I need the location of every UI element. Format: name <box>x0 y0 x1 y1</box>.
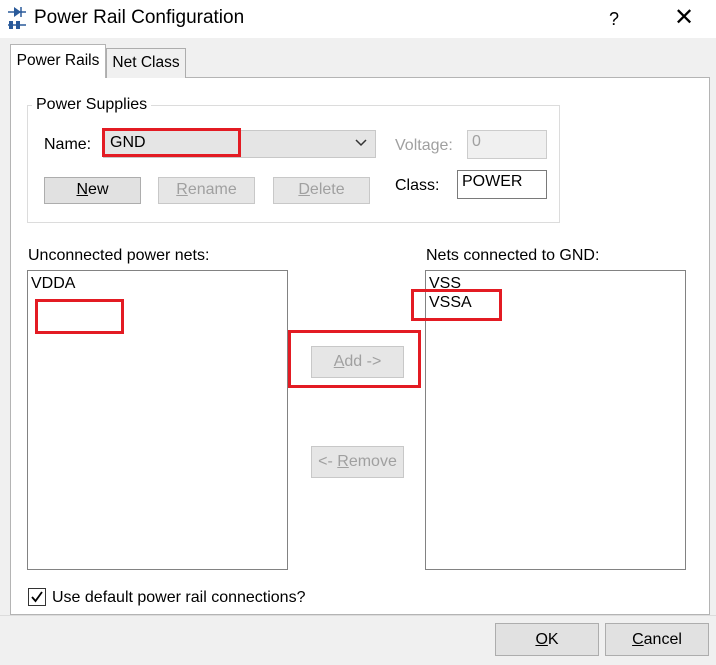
ok-button[interactable]: OK <box>495 623 599 656</box>
close-button[interactable]: ✕ <box>664 0 704 38</box>
voltage-label: Voltage: <box>395 137 453 154</box>
power-rail-icon <box>8 7 26 29</box>
default-connections-checkbox[interactable] <box>28 588 46 606</box>
ok-button-mnemonic: O <box>535 631 548 648</box>
list-item[interactable]: VDDA <box>28 274 287 293</box>
rename-button-label: ename <box>187 181 237 198</box>
new-button-mnemonic: N <box>76 181 89 198</box>
connected-label: Nets connected to GND: <box>426 247 600 264</box>
ok-button-label: K <box>547 631 559 648</box>
class-field[interactable]: POWER <box>457 170 547 199</box>
cancel-button-label: ancel <box>643 631 682 648</box>
remove-button-mnemonic: R <box>337 453 349 470</box>
power-supplies-group <box>27 105 560 223</box>
voltage-field[interactable]: 0 <box>467 130 547 159</box>
power-supplies-title: Power Supplies <box>32 96 152 114</box>
delete-button-mnemonic: D <box>298 181 310 198</box>
unconnected-label: Unconnected power nets: <box>28 247 210 264</box>
rename-button-mnemonic: R <box>176 181 188 198</box>
add-highlight-box <box>288 330 421 388</box>
new-button-label: ew <box>88 181 109 198</box>
remove-button-label: emove <box>348 453 397 470</box>
cancel-button-mnemonic: C <box>632 631 644 648</box>
new-button[interactable]: New <box>44 177 141 204</box>
rename-button[interactable]: Rename <box>158 177 255 204</box>
cancel-button[interactable]: Cancel <box>605 623 709 656</box>
window-title: Power Rail Configuration <box>34 7 245 28</box>
name-label: Name: <box>44 136 92 153</box>
unconnected-highlight-box <box>35 299 124 334</box>
class-label: Class: <box>395 177 440 194</box>
name-highlight-box <box>102 128 241 157</box>
delete-button[interactable]: Delete <box>273 177 370 204</box>
remove-button[interactable]: <- Remove <box>311 446 404 478</box>
delete-button-label: elete <box>309 181 345 198</box>
help-button[interactable]: ? <box>596 0 632 38</box>
tab-power-rails[interactable]: Power Rails <box>10 44 106 78</box>
default-connections-label[interactable]: Use default power rail connections? <box>52 589 305 607</box>
tab-net-class[interactable]: Net Class <box>106 48 186 78</box>
connected-highlight-box <box>411 289 502 321</box>
remove-button-prefix: <- <box>318 453 338 470</box>
footer-divider <box>0 615 716 616</box>
checkmark-icon <box>31 591 43 603</box>
chevron-down-icon[interactable] <box>354 136 368 150</box>
